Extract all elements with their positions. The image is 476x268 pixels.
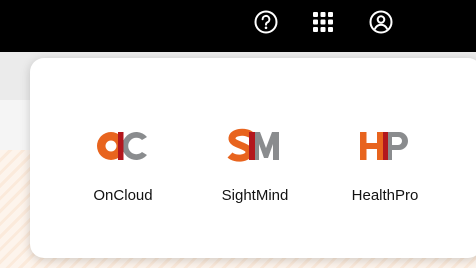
help-icon[interactable] — [252, 8, 280, 36]
app-tile-oncloud[interactable]: OnCloud — [68, 126, 178, 226]
apps-grid-icon[interactable] — [309, 8, 337, 36]
healthpro-logo-icon — [360, 132, 408, 160]
app-tile-healthpro[interactable]: HealthPro — [330, 126, 440, 226]
app-tile-sightmind[interactable]: SightMind — [200, 126, 310, 226]
user-account-icon[interactable] — [367, 8, 395, 36]
top-bar — [0, 0, 476, 52]
oncloud-logo-icon — [97, 132, 147, 160]
sightmind-label: SightMind — [221, 187, 289, 204]
sightmind-logo-icon — [227, 128, 279, 162]
healthpro-label: HealthPro — [351, 187, 419, 204]
oncloud-label: OnCloud — [93, 187, 153, 204]
apps-panel: OnCloud SightMind HealthPro — [30, 58, 476, 258]
